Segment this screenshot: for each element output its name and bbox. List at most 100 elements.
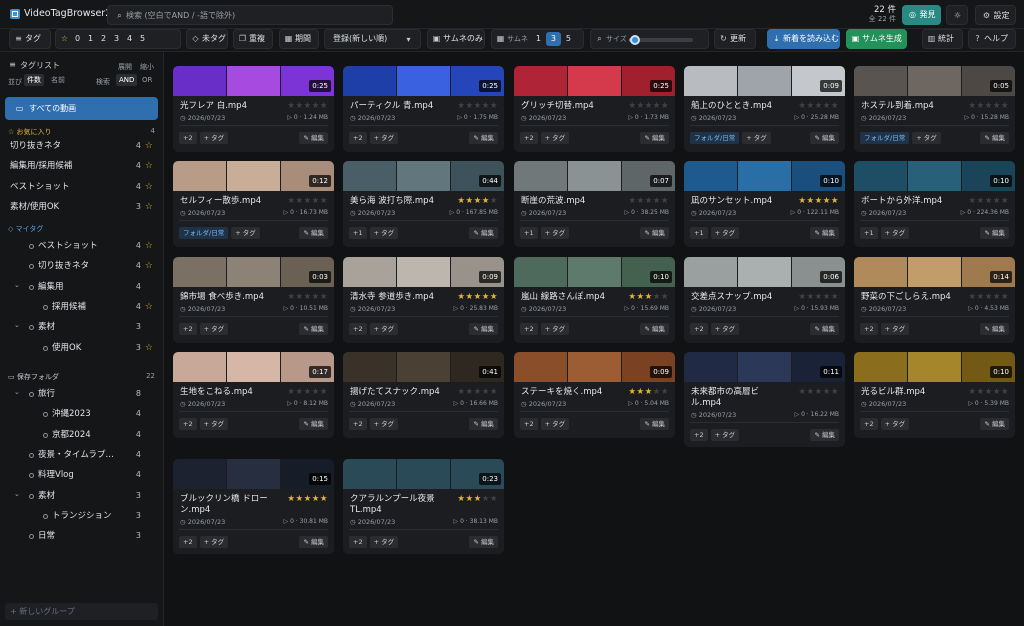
rating-star-icon[interactable]: ★ [320,292,328,302]
video-card[interactable]: 0:12 セルフィー散歩.mp4 ★★★★★ ◷ 2026/07/23 ▷ 0 · 16… [173,161,334,247]
rating-star-icon[interactable]: ★ [831,101,839,111]
add-tag-button[interactable]: + タグ [369,323,399,335]
rating-stars[interactable]: ★★★★★ [287,292,328,303]
video-thumbnail[interactable]: 0:25 [514,66,675,96]
rating-star-icon[interactable]: ★ [320,494,328,504]
video-card[interactable]: 0:17 生地をこねる.mp4 ★★★★★ ◷ 2026/07/23 ▷ 0 · 8.1… [173,352,334,438]
rating-star-icon[interactable]: ★ [653,387,661,397]
new-group-input[interactable]: + 新しいグループ [5,603,158,620]
rating-star-icon[interactable]: ★ [798,101,806,111]
rating-star-icon[interactable]: ★ [304,494,312,504]
untagged-button[interactable]: ◇ 未タグ [186,29,228,49]
rating-star-icon[interactable]: ★ [457,387,465,397]
rating-star-icon[interactable]: ★ [993,196,1001,206]
extra-tags-chip[interactable]: +2 [860,323,878,335]
rating-star-icon[interactable]: ★ [798,387,806,397]
extra-tags-chip[interactable]: +2 [349,418,367,430]
video-card[interactable]: 0:10 凪のサンセット.mp4 ★★★★★ ◷ 2026/07/23 ▷ 0 · 12… [684,161,845,247]
rating-star-icon[interactable]: ★ [807,101,815,111]
rating-star-icon[interactable]: ★ [823,196,831,206]
rating-star-icon[interactable]: ★ [798,292,806,302]
rating-star-icon[interactable]: ★ [628,387,636,397]
help-button[interactable]: ? ヘルプ [968,29,1016,49]
add-tag-button[interactable]: + タグ [199,536,229,548]
video-thumbnail[interactable]: 0:10 [854,161,1015,191]
rating-star-icon[interactable]: ★ [296,387,304,397]
sort-select[interactable]: 登録(新しい順) ▾ [324,29,421,49]
chevron-down-icon[interactable]: ⌄ [14,275,20,295]
add-tag-button[interactable]: + タグ [369,536,399,548]
rating-star-icon[interactable]: ★ [798,196,806,206]
extra-tags-chip[interactable]: +2 [349,132,367,144]
edit-button[interactable]: ✎ 編集 [810,132,839,144]
edit-button[interactable]: ✎ 編集 [640,323,669,335]
rating-star-icon[interactable]: ★ [645,292,653,302]
rating-star-icon[interactable]: ★ [661,292,669,302]
video-card[interactable]: 0:14 野菜の下ごしらえ.mp4 ★★★★★ ◷ 2026/07/23 ▷ 0 · 4… [854,257,1015,343]
chevron-down-icon[interactable]: ⌄ [14,382,20,402]
extra-tags-chip[interactable]: +2 [520,418,538,430]
mytag-item[interactable]: ベストショット 4 ☆ [0,236,163,256]
add-tag-button[interactable]: + タグ [540,227,570,239]
rating-star-icon[interactable]: ★ [993,101,1001,111]
rating-star-icon[interactable]: ★ [661,101,669,111]
folder-item[interactable]: 料理Vlog 4 [0,465,163,485]
rating-star-icon[interactable]: ★ [466,196,474,206]
stats-button[interactable]: ▥ 統計 [922,29,963,49]
settings-button[interactable]: ⚙ 設定 [975,5,1016,25]
chevron-down-icon[interactable]: ⌄ [14,315,20,335]
rating-star-icon[interactable]: ★ [304,101,312,111]
star-icon[interactable]: ☆ [145,177,153,197]
rating-star-icon[interactable]: ★ [985,196,993,206]
edit-button[interactable]: ✎ 編集 [469,132,498,144]
rating-star-icon[interactable]: ★ [466,292,474,302]
rating-stars[interactable]: ★★★★★ [457,387,498,398]
star-icon[interactable]: ☆ [145,256,153,276]
video-card[interactable]: 0:11 未来都市の高層ビル.mp4 ★★★★★ ◷ 2026/07/23 ▷ 0 · … [684,352,845,447]
folder-item[interactable]: トランジション 3 [0,506,163,526]
folder-item[interactable]: 夜景・タイムラプ… 4 [0,445,163,465]
rating-star-icon[interactable]: ★ [296,494,304,504]
rating-star-icon[interactable]: ★ [985,387,993,397]
rating-star-icon[interactable]: ★ [287,494,295,504]
rating-star-icon[interactable]: ★ [831,387,839,397]
extra-tags-chip[interactable]: +2 [520,132,538,144]
extra-tags-chip[interactable]: +2 [349,323,367,335]
rating-0[interactable]: 0 [71,30,84,48]
extra-tags-chip[interactable]: +2 [690,323,708,335]
rating-stars[interactable]: ★★★★★ [968,387,1009,398]
video-card[interactable]: 0:10 嵐山 線路さんぽ.mp4 ★★★★★ ◷ 2026/07/23 ▷ 0 · 1… [514,257,675,343]
mytag-item[interactable]: 使用OK 3 ☆ [0,338,163,358]
rating-star-icon[interactable]: ★ [977,292,985,302]
all-videos-item[interactable]: ▭ すべての動画 [5,97,158,120]
edit-button[interactable]: ✎ 編集 [980,227,1009,239]
rating-star-icon[interactable]: ★ [304,387,312,397]
tag-filter-button[interactable]: ≡ タグ [9,29,51,49]
video-card[interactable]: 0:25 パーティクル 青.mp4 ★★★★★ ◷ 2026/07/23 ▷ 0 · 1… [343,66,504,152]
extra-tags-chip[interactable]: +1 [520,227,538,239]
add-tag-button[interactable]: + タグ [880,227,910,239]
video-thumbnail[interactable]: 0:44 [343,161,504,191]
rating-star-icon[interactable]: ★ [831,196,839,206]
rating-star-icon[interactable]: ★ [815,387,823,397]
fav-item[interactable]: 編集用/採用候補 4 ☆ [0,156,163,176]
fav-item[interactable]: ベストショット 4 ☆ [0,177,163,197]
rating-star-icon[interactable]: ★ [490,494,498,504]
add-tag-button[interactable]: + タグ [231,227,260,239]
rating-star-icon[interactable]: ★ [815,196,823,206]
video-card[interactable]: 0:10 ボートから外洋.mp4 ★★★★★ ◷ 2026/07/23 ▷ 0 · 22… [854,161,1015,247]
rating-star-icon[interactable]: ★ [823,101,831,111]
rating-4[interactable]: 4 [123,30,136,48]
rating-1[interactable]: 1 [84,30,97,48]
rating-stars[interactable]: ★★★★★ [798,101,839,112]
rating-star-icon[interactable]: ★ [490,101,498,111]
extra-tags-chip[interactable]: +2 [860,418,878,430]
rating-star-icon[interactable]: ★ [482,101,490,111]
rating-3[interactable]: 3 [110,30,123,48]
video-thumbnail[interactable]: 0:10 [684,161,845,191]
search-box[interactable]: ⌕ [107,5,393,25]
rating-star-icon[interactable]: ★ [807,387,815,397]
rating-star-icon[interactable]: ★ [320,196,328,206]
rating-star-icon[interactable]: ★ [457,292,465,302]
folder-item[interactable]: 沖縄2023 4 [0,404,163,424]
